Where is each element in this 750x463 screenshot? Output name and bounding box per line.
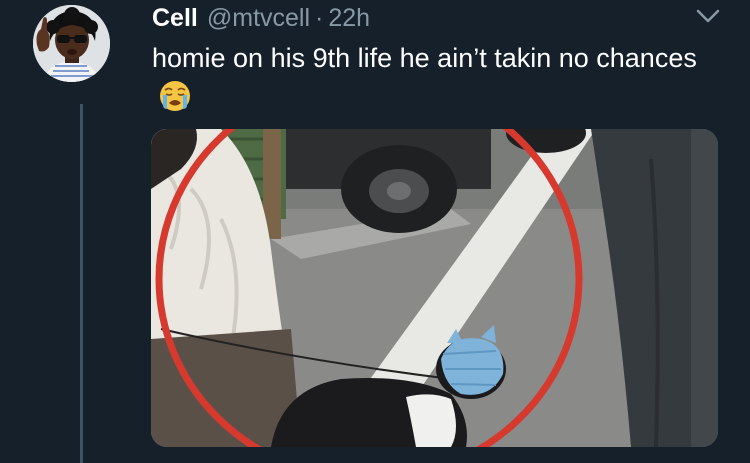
tweet-card[interactable]: Cell @mtvcell · 22h homie on his 9th lif… — [0, 0, 750, 463]
separator-dot: · — [315, 4, 324, 32]
avatar-image — [33, 5, 110, 82]
tweet-header: Cell @mtvcell · 22h — [152, 4, 370, 34]
tweet-text-content: homie on his 9th life he ain’t takin no … — [152, 43, 697, 73]
user-handle[interactable]: @mtvcell — [207, 4, 310, 33]
tweet-text: homie on his 9th life he ain’t takin no … — [152, 38, 712, 124]
thread-connector-line — [80, 104, 83, 463]
chevron-down-icon[interactable] — [694, 6, 722, 26]
timestamp[interactable]: 22h — [328, 4, 370, 33]
tweet-media-photo[interactable] — [151, 129, 718, 447]
display-name[interactable]: Cell — [152, 4, 198, 33]
avatar[interactable] — [33, 5, 110, 82]
photo-image — [151, 129, 718, 447]
crying-face-emoji-icon — [158, 79, 192, 124]
